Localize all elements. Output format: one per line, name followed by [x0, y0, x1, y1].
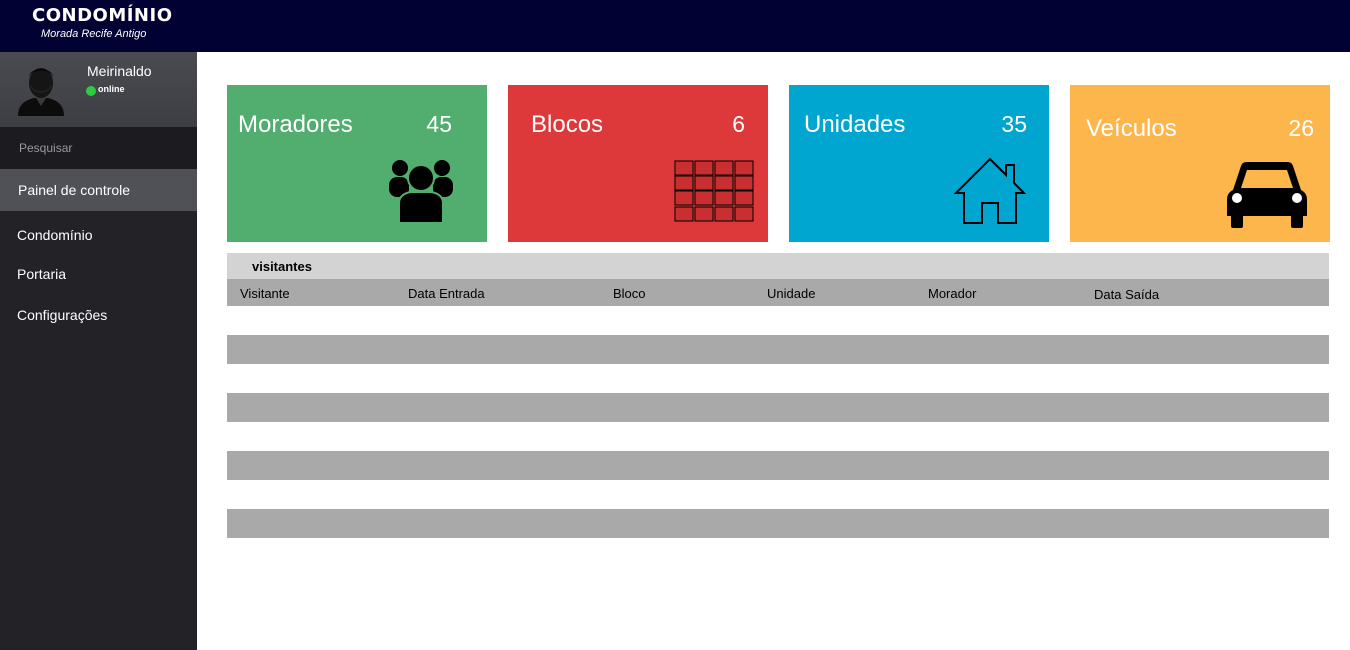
nav-item-label: Portaria — [17, 266, 67, 282]
user-name: Meirinaldo — [87, 63, 152, 79]
table-row[interactable] — [227, 364, 1329, 393]
search-input[interactable] — [12, 136, 187, 160]
column-header-visitante[interactable]: Visitante — [240, 286, 290, 301]
brand-subtitle: Morada Recife Antigo — [41, 28, 147, 40]
user-panel: Meirinaldo online — [0, 52, 197, 127]
nav-item-label: Condomínio — [17, 227, 93, 243]
card-moradores[interactable]: Moradores 45 — [227, 85, 487, 242]
search-box — [0, 127, 197, 169]
card-veiculos[interactable]: Veículos 26 — [1070, 85, 1330, 242]
nav-item-label: Painel de controle — [18, 182, 131, 198]
card-count: 6 — [732, 111, 745, 137]
status-text: online — [98, 84, 125, 94]
table-row[interactable] — [227, 393, 1329, 422]
card-label: Moradores — [238, 111, 353, 138]
table-row[interactable] — [227, 335, 1329, 364]
brand-title: CONDOMÍNIO — [32, 5, 173, 26]
card-unidades[interactable]: Unidades 35 — [789, 85, 1049, 242]
table-row[interactable] — [227, 306, 1329, 335]
column-header-bloco[interactable]: Bloco — [613, 286, 646, 301]
car-icon — [1227, 162, 1307, 228]
column-header-data-entrada[interactable]: Data Entrada — [408, 286, 485, 301]
people-icon — [389, 160, 453, 223]
card-count: 45 — [426, 111, 452, 137]
table-row[interactable] — [227, 422, 1329, 451]
card-blocos[interactable]: Blocos 6 — [508, 85, 768, 242]
status-online-icon — [86, 86, 96, 96]
nav-item-condominio[interactable]: Condomínio — [0, 214, 197, 256]
house-icon — [954, 157, 1026, 224]
table-title: visitantes — [252, 259, 312, 274]
sidebar: Meirinaldo online Painel de controle Con… — [0, 52, 197, 650]
card-label: Veículos — [1086, 115, 1177, 142]
card-label: Unidades — [804, 111, 906, 138]
table-title-bar: visitantes — [227, 253, 1329, 279]
avatar-icon — [18, 68, 64, 116]
column-header-data-saida[interactable]: Data Saída — [1094, 287, 1159, 302]
nav-item-configuracoes[interactable]: Configurações — [0, 294, 197, 336]
card-count: 35 — [1001, 111, 1027, 137]
table-row[interactable] — [227, 480, 1329, 509]
brick-wall-icon — [674, 160, 754, 222]
column-header-unidade[interactable]: Unidade — [767, 286, 815, 301]
nav-item-portaria[interactable]: Portaria — [0, 253, 197, 295]
table-header: Visitante Data Entrada Bloco Unidade Mor… — [227, 279, 1329, 306]
table-row[interactable] — [227, 509, 1329, 538]
table-row[interactable] — [227, 451, 1329, 480]
nav-item-label: Configurações — [17, 307, 108, 323]
card-label: Blocos — [531, 111, 604, 138]
nav-item-painel-de-controle[interactable]: Painel de controle — [0, 169, 197, 211]
card-count: 26 — [1288, 115, 1314, 141]
column-header-morador[interactable]: Morador — [928, 286, 976, 301]
top-bar: CONDOMÍNIO Morada Recife Antigo — [0, 0, 1350, 52]
